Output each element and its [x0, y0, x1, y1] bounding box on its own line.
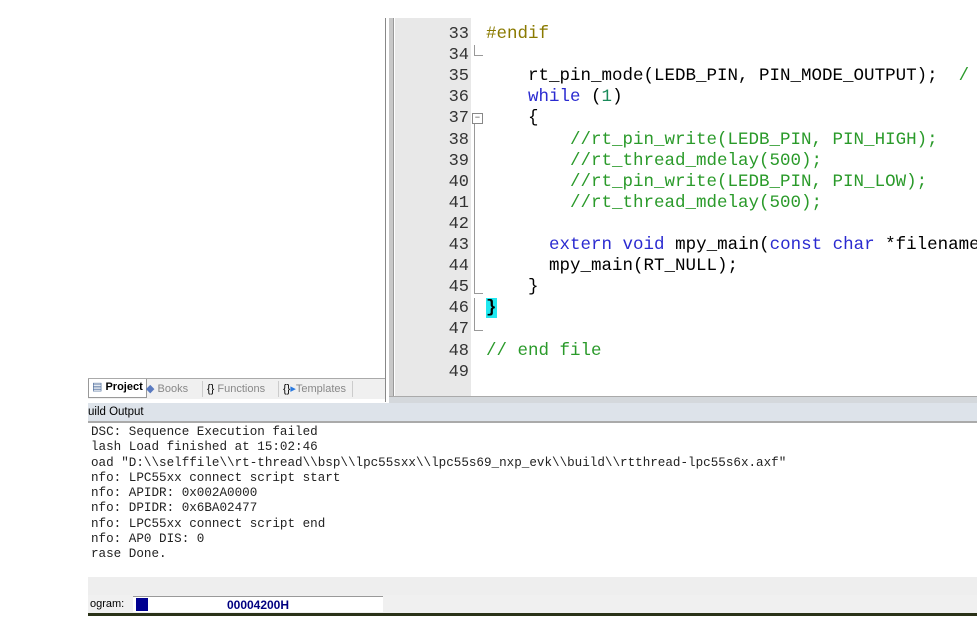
code-editor[interactable]: 33 #endif 34 35 rt_pin_mode(LEDB_PIN, PIN_M… — [385, 18, 977, 403]
status-bar: ogram: 00004200H — [88, 595, 977, 613]
line-number: 41 — [448, 193, 469, 213]
build-output-text[interactable]: DSC: Sequence Execution failed lash Load … — [91, 425, 977, 577]
code-text: //rt_pin_write(LEDB_PIN, PIN_HIGH); — [486, 130, 938, 151]
line-number: 45 — [448, 278, 469, 298]
tab-books[interactable]: ◆ Books — [146, 381, 188, 397]
output-line: oad "D:\\selffile\\rt-thread\\bsp\\lpc55… — [91, 455, 787, 470]
code-token: / — [958, 66, 970, 87]
line-number: 35 — [448, 67, 469, 87]
fold-line — [474, 45, 483, 57]
code-token: const — [769, 235, 823, 255]
code-line[interactable]: 48 // end file — [386, 341, 976, 362]
project-tabs: ▤ Project ◆ Books {} Functions {}▸Templa… — [88, 378, 385, 399]
code-token: mpy_main(RT_NULL); — [486, 256, 739, 277]
line-number: 34 — [448, 46, 469, 66]
editor-bottom-border — [389, 396, 977, 403]
code-token: rt_pin_mode(LEDB_PIN, PIN_MODE_OUTPUT); — [486, 66, 959, 87]
build-output-header: uild Output — [88, 403, 977, 423]
code-token: } — [486, 277, 539, 298]
line-number: 42 — [448, 214, 469, 234]
code-text: //rt_pin_write(LEDB_PIN, PIN_LOW); — [486, 172, 927, 193]
output-line: nfo: AP0 DIS: 0 — [91, 532, 205, 547]
code-text: #endif — [486, 24, 549, 45]
window-bottom-edge — [88, 613, 977, 616]
code-token: ( — [580, 87, 602, 108]
fold-line — [474, 124, 483, 295]
line-number: 37 — [448, 109, 469, 129]
code-text: mpy_main(RT_NULL); — [486, 256, 738, 277]
project-icon: ▤ — [92, 381, 103, 393]
line-number: 33 — [448, 25, 469, 44]
code-text: // end file — [486, 341, 602, 362]
output-line: DSC: Sequence Execution failed — [91, 425, 318, 439]
code-text: //rt_thread_mdelay(500); — [486, 151, 822, 172]
code-text: //rt_thread_mdelay(500); — [486, 193, 822, 214]
code-line[interactable]: 33 #endif — [386, 24, 976, 45]
line-number: 43 — [448, 236, 469, 255]
code-token: } — [486, 298, 497, 319]
line-number: 36 — [448, 88, 469, 108]
output-line: nfo: APIDR: 0x002A0000 — [91, 486, 258, 501]
line-number: 49 — [448, 362, 469, 382]
output-line: nfo: DPIDR: 0x6BA02477 — [91, 501, 258, 516]
code-token: //rt_pin_write(LEDB_PIN, PIN_LOW); — [486, 171, 928, 192]
code-text: { — [486, 108, 539, 129]
line-number: 40 — [448, 172, 469, 192]
program-progress-bar: 00004200H — [133, 596, 383, 612]
code-token: { — [486, 108, 539, 129]
line-number: 44 — [448, 257, 469, 277]
line-number: 38 — [448, 130, 469, 150]
code-token: char — [832, 235, 875, 255]
code-token: void — [622, 235, 665, 255]
tab-project[interactable]: ▤ Project — [88, 379, 147, 398]
line-number: 48 — [448, 341, 469, 361]
code-token: //rt_pin_write(LEDB_PIN, PIN_HIGH); — [486, 129, 938, 150]
output-line: nfo: LPC55xx connect script start — [91, 470, 341, 485]
fold-toggle-icon[interactable]: − — [472, 113, 483, 125]
line-number: 39 — [448, 151, 469, 171]
line-number: 47 — [448, 320, 469, 340]
program-label: ogram: — [90, 598, 125, 610]
code-token: //rt_thread_mdelay(500); — [486, 192, 823, 213]
code-text: } — [486, 298, 497, 319]
code-line[interactable]: 36 while (1) — [386, 87, 976, 108]
output-line: nfo: LPC55xx connect script end — [91, 516, 326, 531]
templates-icon: {}▸ — [283, 383, 296, 395]
build-output-title: uild Output — [88, 406, 144, 418]
code-token: //rt_thread_mdelay(500); — [486, 150, 823, 171]
functions-icon: {} — [207, 383, 215, 395]
code-text: extern void mpy_main(const char *filenam… — [486, 235, 977, 256]
code-line[interactable]: 49 — [386, 362, 976, 383]
code-token: while — [528, 87, 581, 108]
line-number: 46 — [448, 299, 469, 319]
output-line: rase Done. — [91, 547, 167, 562]
tab-templates[interactable]: {}▸Templates — [278, 381, 354, 397]
code-text: } — [486, 277, 539, 298]
tab-functions[interactable]: {} Functions — [202, 381, 265, 397]
output-line: lash Load finished at 15:02:46 — [91, 440, 318, 455]
code-token: #endif — [486, 24, 550, 44]
progress-value: 00004200H — [226, 598, 290, 612]
code-token: // end file — [486, 340, 602, 361]
code-token: extern — [549, 235, 613, 255]
books-icon: ◆ — [146, 383, 155, 395]
code-token: 1 — [601, 87, 613, 108]
fold-line — [474, 298, 483, 331]
code-token: *filename — [874, 235, 977, 255]
code-text: rt_pin_mode(LEDB_PIN, PIN_MODE_OUTPUT); … — [486, 66, 969, 87]
code-line[interactable]: 35 rt_pin_mode(LEDB_PIN, PIN_MODE_OUTPUT… — [386, 66, 976, 87]
code-token: mpy_main( — [664, 235, 770, 255]
code-token: ) — [612, 87, 623, 108]
code-text: while (1) — [486, 87, 623, 108]
